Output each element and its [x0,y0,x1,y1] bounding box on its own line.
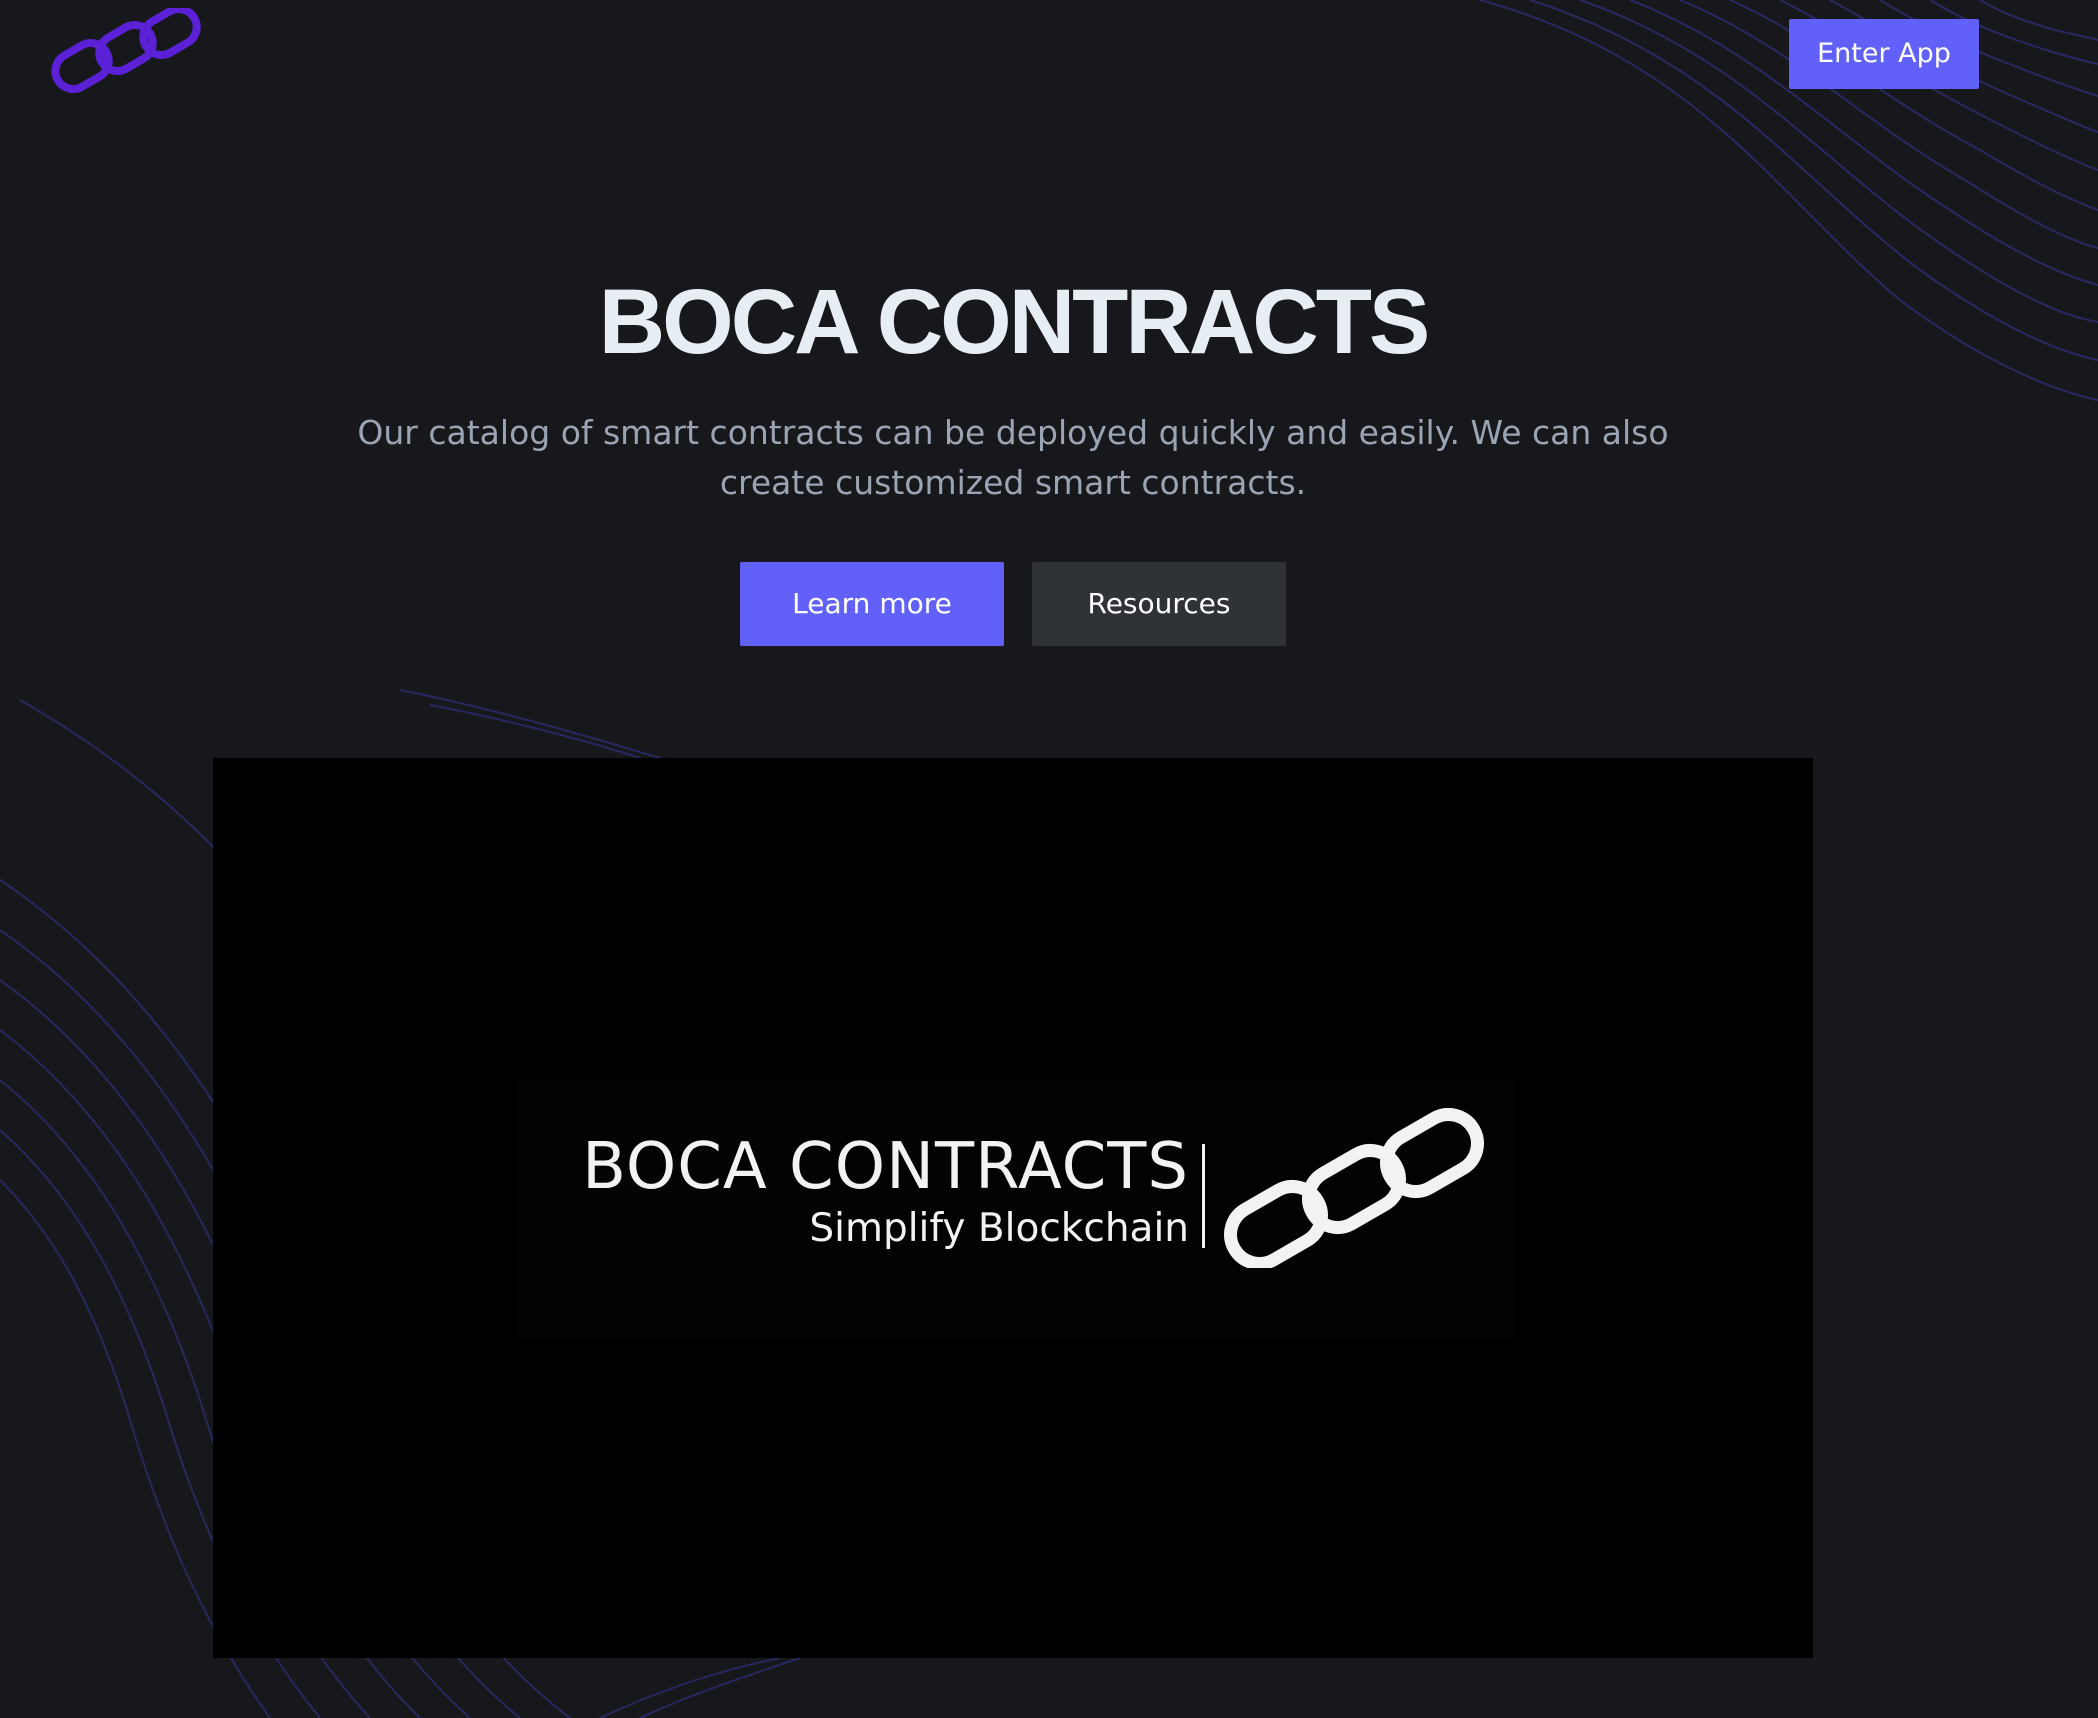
video-brand-logo: BOCA CONTRACTS Simplify Blockchain [516,1080,1516,1340]
enter-app-button[interactable]: Enter App [1789,19,1979,89]
resources-button[interactable]: Resources [1032,562,1286,646]
video-logo-divider [1202,1144,1205,1248]
page-title: BOCA CONTRACTS [598,271,1431,373]
video-logo-title: BOCA CONTRACTS [582,1130,1189,1204]
learn-more-button[interactable]: Learn more [740,562,1004,646]
landing-page: Enter App BOCA CONTRACTS Our catalog of … [0,0,2098,1718]
hero-subtitle-line-1: Our catalog of smart contracts can be de… [357,413,1669,452]
video-player[interactable]: BOCA CONTRACTS Simplify Blockchain [213,758,1813,1658]
hero-subtitle-line-2: create customized smart contracts. [719,463,1307,502]
chain-link-icon[interactable] [48,8,208,100]
chain-link-icon [1224,1108,1484,1268]
hero-subtitle: Our catalog of smart contracts can be de… [340,408,1686,508]
video-logo-tagline: Simplify Blockchain [809,1206,1189,1251]
